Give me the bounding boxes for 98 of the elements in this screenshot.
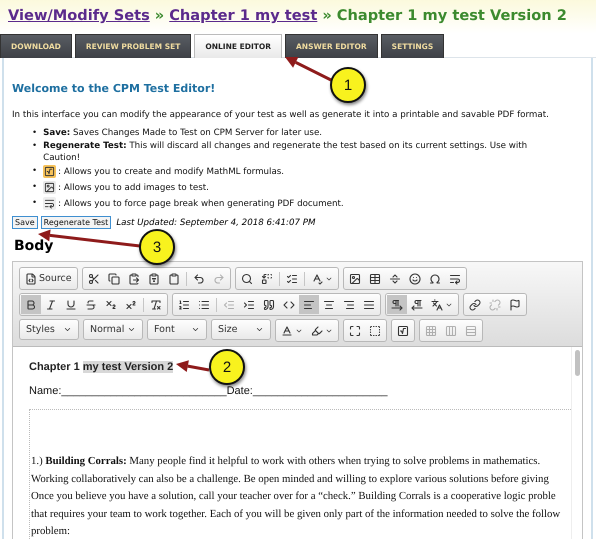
link-icon [469,298,481,310]
bullet-text: Save: Saves Changes Made to Test on CPM Server for later use. [43,127,322,139]
justify-icon [363,298,375,310]
numbered-list-icon [178,298,190,310]
subscript-icon [105,298,117,310]
breadcrumb-link[interactable]: View/Modify Sets [8,7,150,31]
bullet-marker: • [32,127,38,139]
format-dropdown[interactable]: Styles [19,319,79,340]
outdent-icon [223,298,235,310]
formula-icon [43,165,56,178]
image-icon [43,181,56,194]
background-color-icon [311,324,323,336]
bold-icon [25,298,37,310]
caret-icon [255,325,264,334]
text-color-icon [281,324,293,336]
paragraph-line: Working collaboratively can also be a challenge. Be open minded and willing to explore various solutions before giving [31,472,549,486]
table-column-icon [445,324,457,336]
underline-icon [65,298,77,310]
show-blocks-icon [369,324,381,336]
copy-icon [108,272,120,284]
paragraph-line: problem: [31,524,70,539]
bullet-marker: • [32,181,38,193]
page-break-icon [448,272,461,284]
strikethrough-icon [85,298,97,310]
document-title: my test Version 2 [82,361,174,373]
table-icon [368,272,381,284]
superscript-icon [125,298,137,310]
breadcrumb-link[interactable]: Chapter 1 my test [169,7,318,31]
source-icon [25,272,37,284]
bullet-marker: • [32,165,38,177]
cut-icon [88,272,100,284]
unlink-icon [489,298,501,310]
save-button[interactable]: Save [12,216,38,229]
name-date-line: Name:___________________________Date:______________________ [29,385,389,397]
table-row-icon [465,324,477,336]
arrow [176,360,210,372]
caret-icon [63,325,72,334]
spellcheck-icon [310,272,323,284]
rtl-icon [411,298,423,310]
formula-icon [397,324,409,336]
smiley-icon [408,272,421,284]
horizontal-line-icon [388,272,401,284]
page-break-icon [43,197,56,210]
format-dropdown[interactable]: Font [147,319,207,340]
image-icon [348,272,361,284]
paste-word-icon [168,272,180,284]
bullet-text: : Allows you to create and modify MathML formulas. [58,166,284,178]
paste-text-icon [148,272,160,284]
arrow [285,57,332,82]
align-center-icon [323,298,335,310]
scrollbar[interactable] [571,347,582,539]
welcome-heading: Welcome to the CPM Test Editor! [12,82,216,95]
body-heading: Body [14,238,54,254]
bullet-marker: • [32,140,38,152]
align-left-icon [303,298,315,310]
bullet-text: Regenerate Test: This will discard all changes and regenerate the test based on its current settings. Use with Caution! [43,140,528,164]
omega-icon [428,272,441,284]
page-title: Chapter 1 my test Version 2 [336,7,567,26]
format-dropdown[interactable]: Size [211,319,271,340]
regenerate-button[interactable]: Regenerate Test [40,216,112,229]
paste-icon [128,272,140,284]
language-icon [431,298,443,310]
paragraph-line: 1.) Building Corrals: Many people find it helpful to work with others when trying to solve problems in mathematics. [31,454,540,469]
document-title: Chapter 1 [29,361,80,373]
italic-icon [45,298,57,310]
quote-icon [263,298,275,310]
caret-icon [191,325,200,334]
dropdown-label: Size [218,324,238,335]
toolbar-button[interactable] [387,295,407,314]
bullet-text: : Allows you to add images to test. [58,182,209,194]
dropdown-label: Normal [90,324,124,335]
search-icon [240,272,253,284]
callout-badge: 3 [139,229,175,265]
ltr-icon [391,298,403,310]
bullet-marker: • [32,197,38,209]
table-cell-icon [425,324,437,336]
breadcrumb-separator: » [322,7,332,26]
intro-text: In this interface you can modify the appearance of your test as well as generate it into a printable and savable PDF format. [12,109,549,121]
toolbar-button[interactable]: Source [21,269,76,288]
maximize-icon [349,324,361,336]
paragraph-line: that requires your team to work together. Each of you will be given only part of the information needed to solve the follow [31,506,560,522]
callout-badge: 1 [330,67,366,103]
caret-icon [127,325,136,334]
format-dropdown[interactable]: Normal [83,319,143,340]
bullet-text: : Allows you to force page break when generating PDF document. [58,198,344,210]
dropdown-label: Styles [26,324,55,335]
dropdown-label: Font [154,324,175,335]
undo-icon [192,272,205,284]
last-updated-text: Last Updated: September 4, 2018 6:41:07 PM [116,218,316,228]
toolbar-button[interactable] [21,295,41,314]
indent-icon [243,298,255,310]
remove-format-icon [150,298,162,310]
align-right-icon [343,298,355,310]
toolbar-button[interactable] [299,295,319,314]
paragraph-line: Once you believe you have a solution, call your teacher over for a “check.” Building Corrals is a cooperative logic proble [31,489,556,504]
breadcrumb-separator: » [154,7,164,26]
redo-icon [212,272,225,284]
replace-icon [260,272,273,284]
